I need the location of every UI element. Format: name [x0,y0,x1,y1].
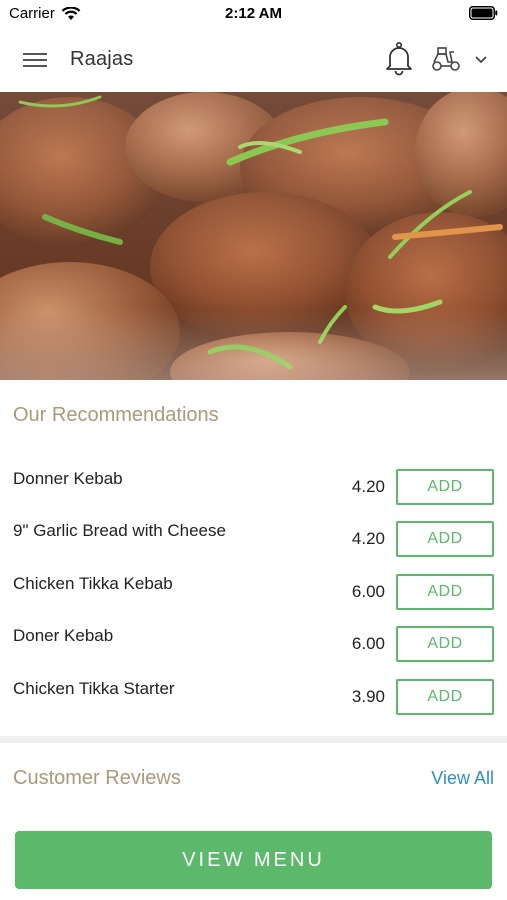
item-name: Donner Kebab [13,469,123,488]
item-price: 6.00 [351,582,385,601]
chevron-down-icon [475,56,487,64]
reviews-title: Customer Reviews [13,767,181,789]
recommendations-title: Our Recommendations [13,404,219,426]
add-button[interactable]: ADD [396,574,494,610]
scooter-icon [432,47,460,71]
restaurant-title: Raajas [70,48,134,70]
item-name: Chicken Tikka Starter [13,679,175,698]
hero-image-illustration [0,92,507,380]
item-price: 6.00 [351,634,385,653]
item-price: 3.90 [351,687,385,706]
add-button[interactable]: ADD [396,469,494,505]
delivery-mode-selector[interactable] [430,44,492,74]
add-button[interactable]: ADD [396,626,494,662]
item-price: 4.20 [351,477,385,496]
item-name: 9" Garlic Bread with Cheese [13,521,226,540]
item-name: Chicken Tikka Kebab [13,574,173,593]
view-menu-button[interactable]: VIEW MENU [15,831,492,889]
recommendation-item: 9" Garlic Bread with Cheese 4.20 ADD [0,521,507,573]
recommendation-item: Chicken Tikka Kebab 6.00 ADD [0,574,507,626]
app-header: Raajas [0,28,507,92]
add-button[interactable]: ADD [396,521,494,557]
bell-icon[interactable] [384,41,414,77]
battery-icon [469,6,498,20]
item-name: Doner Kebab [13,626,114,645]
add-button[interactable]: ADD [396,679,494,715]
status-time: 2:12 AM [225,5,282,22]
section-divider [0,736,507,743]
view-all-reviews-link[interactable]: View All [431,768,494,789]
recommendation-item: Donner Kebab 4.20 ADD [0,469,507,521]
recommendations-section: Our Recommendations Donner Kebab 4.20 AD… [0,380,507,736]
hero-food-image [0,92,507,380]
status-bar: Carrier 2:12 AM [0,0,507,28]
hamburger-menu-icon[interactable] [22,48,48,72]
recommendation-item: Chicken Tikka Starter 3.90 ADD [0,679,507,731]
item-price: 4.20 [351,529,385,548]
recommendation-item: Doner Kebab 6.00 ADD [0,626,507,678]
